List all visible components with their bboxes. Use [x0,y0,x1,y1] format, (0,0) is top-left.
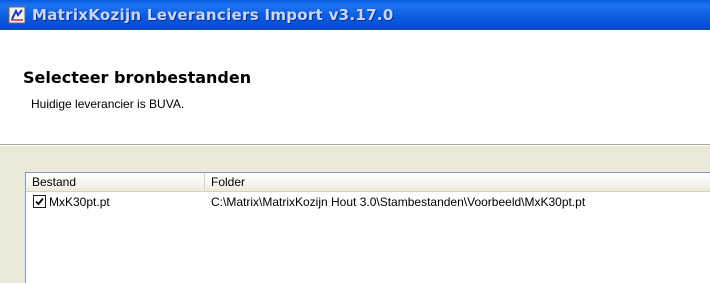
column-header-bestand[interactable]: Bestand [26,173,205,191]
page-title: Selecteer bronbestanden [23,68,252,87]
column-header-folder[interactable]: Folder [205,173,710,191]
window-title: MatrixKozijn Leveranciers Import v3.17.0 [32,6,394,24]
file-name: MxK30pt.pt [49,195,110,209]
file-folder-path: C:\Matrix\MatrixKozijn Hout 3.0\Stambest… [211,195,586,209]
file-checkbox[interactable] [33,195,46,208]
file-row[interactable]: MxK30pt.pt C:\Matrix\MatrixKozijn Hout 3… [26,193,710,211]
title-bar[interactable]: MatrixKozijn Leveranciers Import v3.17.0 [0,0,710,30]
wizard-header: Selecteer bronbestanden Huidige leveranc… [0,30,710,144]
file-list[interactable]: Bestand Folder MxK30pt.pt C:\Matrix\Matr… [25,172,710,283]
checkmark-icon [35,197,44,206]
header-separator-highlight [0,145,710,146]
app-icon[interactable] [8,6,26,24]
file-list-header: Bestand Folder [26,173,710,192]
page-subtitle: Huidige leverancier is BUVA. [31,97,185,111]
